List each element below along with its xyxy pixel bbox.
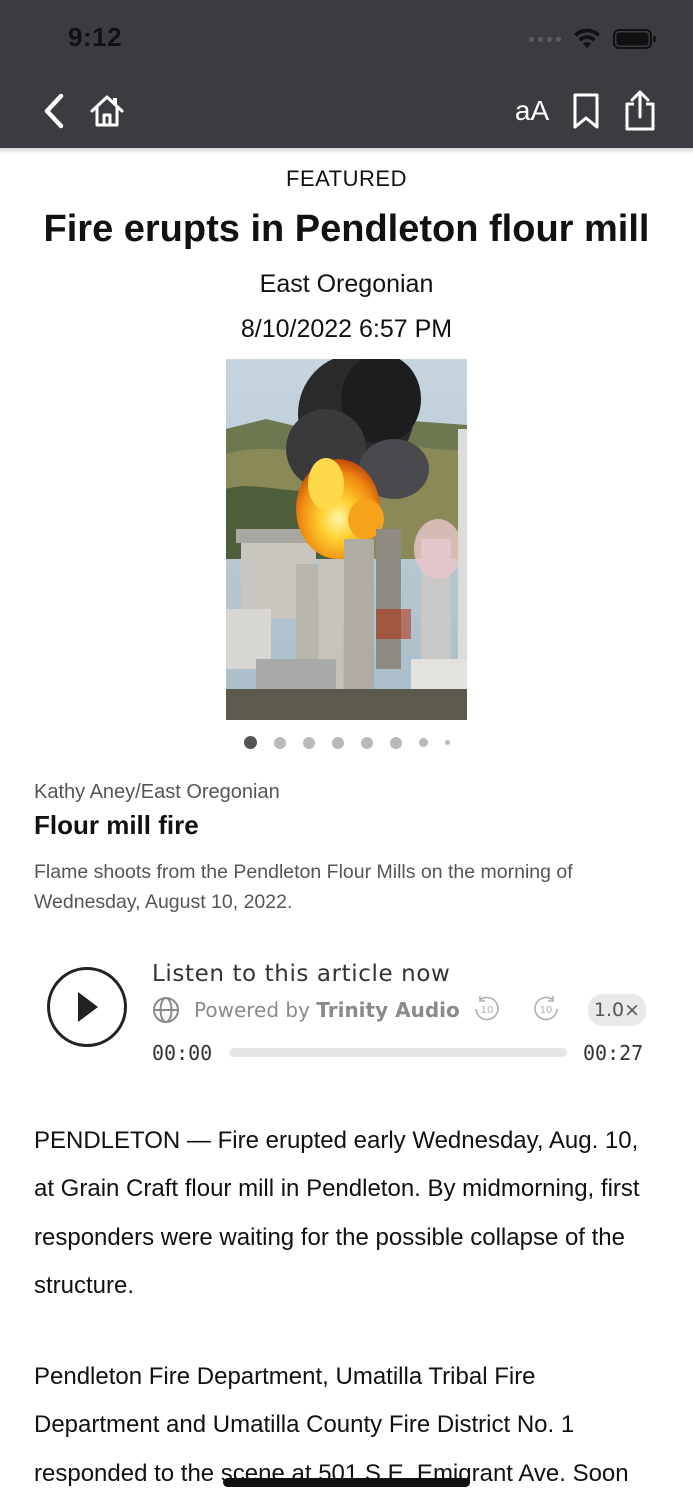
share-icon [625, 90, 655, 131]
cellular-signal-icon [529, 36, 561, 42]
top-bar: 9:12 aA [0, 0, 693, 148]
pager-dot[interactable] [302, 736, 315, 749]
top-bar-shadow [0, 148, 693, 154]
home-button[interactable] [88, 88, 126, 134]
photo-caption: Flame shoots from the Pendleton Flour Mi… [34, 861, 573, 913]
article-photo[interactable] [226, 359, 467, 720]
playback-speed-button[interactable]: 1.0× [588, 994, 646, 1026]
bookmark-icon [573, 93, 599, 129]
skip-forward-icon[interactable]: 10 [531, 994, 561, 1024]
text-size-button[interactable]: aA [510, 88, 554, 134]
current-time: 00:00 [152, 1041, 213, 1065]
pager-dot[interactable] [389, 736, 402, 749]
globe-icon [153, 997, 179, 1023]
photo-title: Flour mill fire [34, 810, 199, 840]
back-chevron-icon [44, 93, 64, 129]
play-button[interactable] [47, 967, 127, 1047]
article-date: 8/10/2022 6:57 PM [240, 315, 453, 343]
fire-photo-image [226, 359, 467, 720]
home-icon [90, 95, 124, 127]
article-paragraph: Pendleton Fire Department, Umatilla Trib… [34, 1363, 629, 1487]
home-indicator [223, 1478, 470, 1487]
powered-by-text: Powered by Trinity Audio [194, 998, 460, 1022]
pager-dot[interactable] [360, 736, 373, 749]
wifi-icon [574, 28, 600, 48]
skip-back-label: 10 [481, 1005, 494, 1016]
photo-credit: Kathy Aney/East Oregonian [34, 781, 280, 803]
pager-dot[interactable] [243, 736, 257, 749]
pager-dot[interactable] [273, 736, 286, 749]
share-button[interactable] [620, 88, 660, 134]
pager-dot[interactable] [444, 740, 450, 745]
battery-icon [613, 29, 656, 49]
play-icon [78, 992, 98, 1022]
back-button[interactable] [36, 88, 72, 134]
pager-dot[interactable] [418, 738, 428, 747]
audio-heading: Listen to this article now [152, 961, 451, 987]
article-paragraph: PENDLETON — Fire erupted early Wednesday… [34, 1127, 640, 1299]
skip-forward-label: 10 [540, 1005, 553, 1016]
status-time: 9:12 [68, 22, 123, 52]
nav-bar: aA [0, 80, 693, 148]
progress-track[interactable] [229, 1048, 567, 1057]
skip-back-icon[interactable]: 10 [472, 994, 502, 1024]
article-source: East Oregonian [259, 270, 434, 298]
duration: 00:27 [583, 1041, 644, 1065]
bookmark-button[interactable] [570, 88, 602, 134]
status-icons [529, 24, 657, 54]
photo-pager[interactable] [0, 736, 693, 749]
audio-powered-by[interactable]: Powered by Trinity Audio [152, 994, 460, 1026]
pager-dot[interactable] [331, 736, 344, 749]
article-title: Fire erupts in Pendleton flour mill [43, 208, 650, 250]
section-kicker: FEATURED [286, 166, 407, 191]
